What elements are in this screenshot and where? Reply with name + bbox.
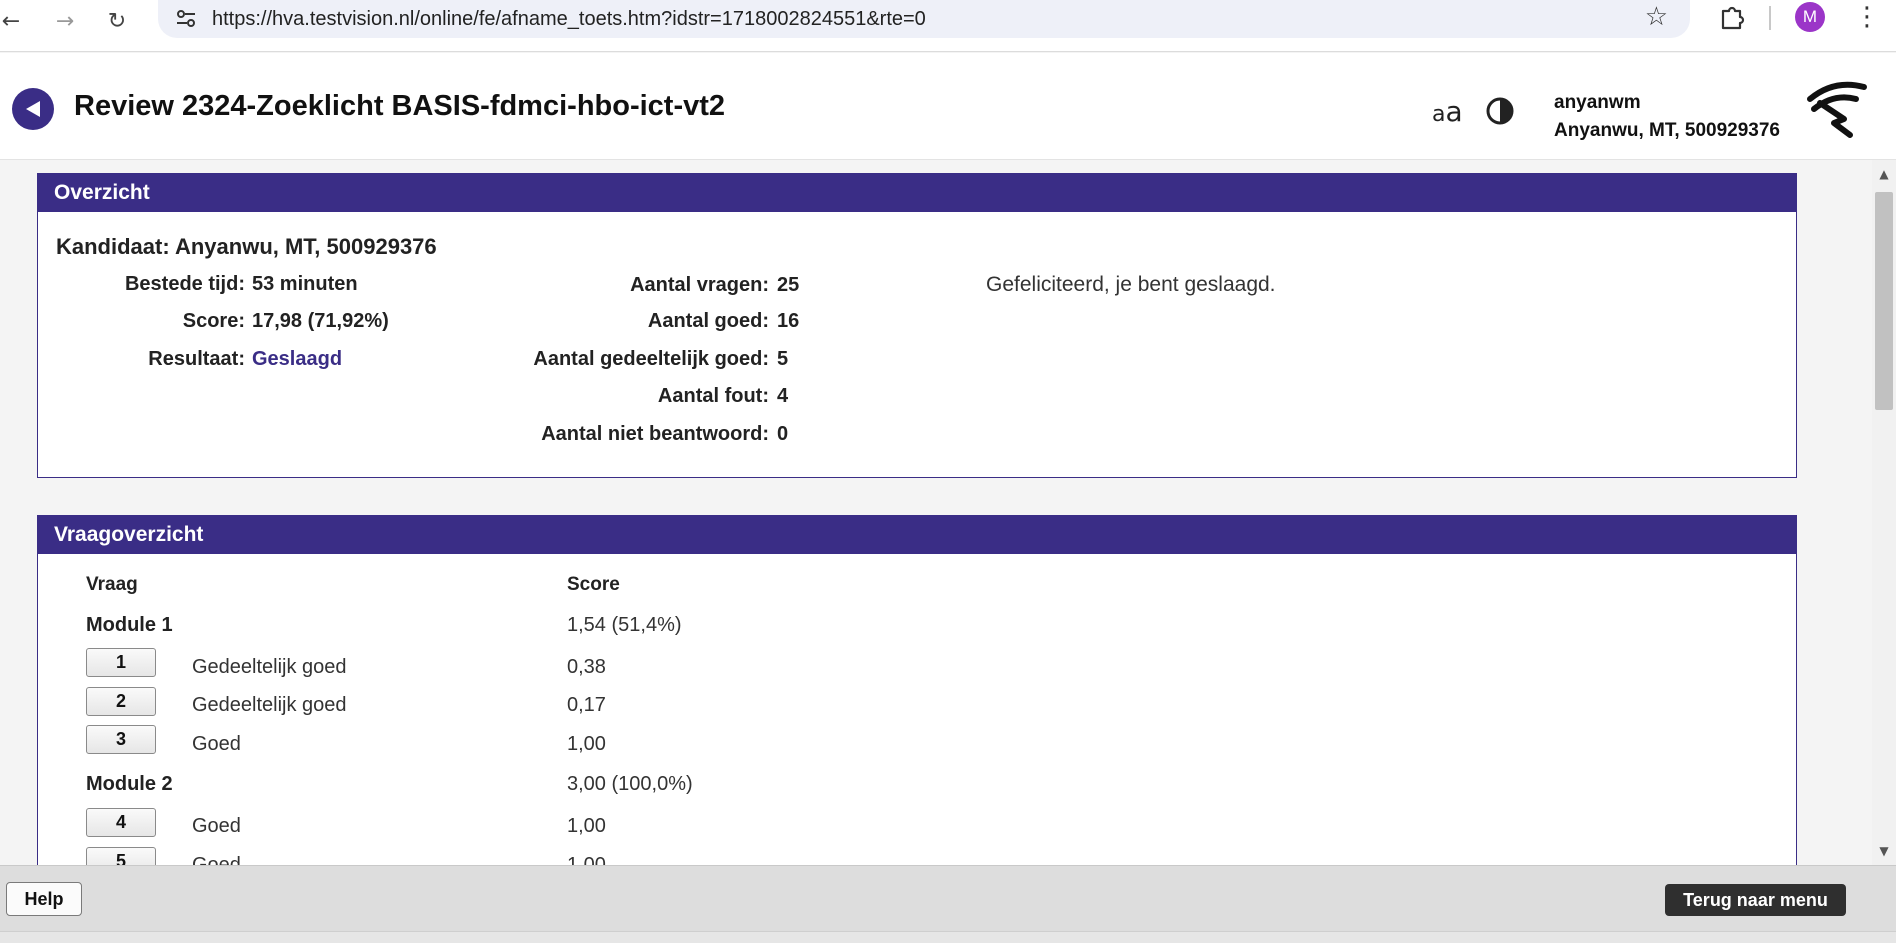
extensions-puzzle-icon[interactable]	[1717, 2, 1747, 32]
time-spent-value: 53 minuten	[252, 273, 358, 295]
question-2-score: 0,17	[567, 694, 606, 716]
question-2-status: Gedeeltelijk goed	[192, 694, 347, 716]
question-5-button[interactable]: 5	[86, 847, 156, 865]
font-size-large-label: a	[1445, 95, 1463, 128]
back-arrow-icon[interactable]: ←	[0, 4, 28, 38]
candidate-name: Kandidaat: Anyanwu, MT, 500929376	[56, 234, 437, 259]
question-3-button[interactable]: 3	[86, 725, 156, 754]
browser-toolbar: ← → ↻ https://hva.testvision.nl/online/f…	[0, 0, 1896, 52]
question-overview-title: Vraagoverzicht	[38, 516, 1796, 554]
wrong-count-value: 4	[777, 385, 789, 407]
contrast-icon[interactable]	[1485, 96, 1515, 126]
question-5-score: 1,00	[567, 854, 606, 865]
score-value: 17,98 (71,92%)	[252, 310, 389, 332]
back-to-menu-button[interactable]: Terug naar menu	[1665, 884, 1846, 916]
question-4-score: 1,00	[567, 815, 606, 837]
scroll-up-arrow-icon[interactable]: ▲	[1872, 164, 1896, 184]
question-3-status: Goed	[192, 733, 241, 755]
overview-panel: Overzicht Kandidaat: Anyanwu, MT, 500929…	[37, 173, 1797, 478]
font-size-small-label: a	[1432, 102, 1446, 127]
font-size-toggle[interactable]: aa	[1432, 95, 1463, 128]
question-column-header: Vraag	[86, 574, 138, 595]
question-4-button[interactable]: 4	[86, 808, 156, 837]
site-settings-icon[interactable]	[172, 4, 200, 32]
address-bar[interactable]: https://hva.testvision.nl/online/fe/afna…	[158, 0, 1690, 38]
module-2-score: 3,00 (100,0%)	[567, 773, 693, 795]
vertical-scrollbar[interactable]: ▲ ▼	[1872, 160, 1896, 865]
result-message: Gefeliciteerd, je bent geslaagd.	[986, 273, 1276, 296]
user-fullname: Anyanwu, MT, 500929376	[1554, 120, 1780, 141]
triangle-left-icon	[26, 101, 40, 117]
browser-menu-icon[interactable]: ⋮	[1854, 2, 1880, 32]
back-button[interactable]	[12, 88, 54, 130]
overview-title: Overzicht	[38, 174, 1796, 212]
module-2-name: Module 2	[86, 773, 173, 795]
user-info: anyanwm Anyanwu, MT, 500929376	[1554, 89, 1780, 145]
question-count-value: 25	[777, 274, 800, 296]
question-5-status: Goed	[192, 854, 241, 865]
question-1-button[interactable]: 1	[86, 648, 156, 677]
window-bottom-edge	[0, 931, 1896, 943]
bookmark-star-icon[interactable]: ☆	[1645, 2, 1668, 32]
correct-count-value: 16	[777, 310, 800, 332]
app-header: Review 2324-Zoeklicht BASIS-fdmci-hbo-ic…	[0, 53, 1896, 160]
help-button[interactable]: Help	[6, 882, 82, 916]
question-overview-panel: Vraagoverzicht Vraag Score Module 1 1,54…	[37, 515, 1797, 865]
username: anyanwm	[1554, 92, 1641, 113]
partial-count-value: 5	[777, 348, 789, 370]
profile-avatar[interactable]: M	[1795, 2, 1825, 32]
question-2-button[interactable]: 2	[86, 687, 156, 716]
module-1-name: Module 1	[86, 614, 173, 636]
main-content: Overzicht Kandidaat: Anyanwu, MT, 500929…	[0, 160, 1872, 865]
url-text[interactable]: https://hva.testvision.nl/online/fe/afna…	[212, 8, 926, 31]
scroll-down-arrow-icon[interactable]: ▼	[1872, 841, 1896, 861]
module-1-score: 1,54 (51,4%)	[567, 614, 682, 636]
score-column-header: Score	[567, 574, 620, 595]
scroll-thumb[interactable]	[1875, 192, 1893, 410]
question-4-status: Goed	[192, 815, 241, 837]
question-1-score: 0,38	[567, 656, 606, 678]
toolbar-divider	[1769, 6, 1771, 30]
question-3-score: 1,00	[567, 733, 606, 755]
forward-arrow-icon[interactable]: →	[48, 4, 82, 38]
question-1-status: Gedeeltelijk goed	[192, 656, 347, 678]
result-link[interactable]: Geslaagd	[252, 348, 342, 371]
testvision-logo	[1807, 81, 1867, 138]
page-title: Review 2324-Zoeklicht BASIS-fdmci-hbo-ic…	[74, 90, 726, 122]
unanswered-count-value: 0	[777, 423, 789, 445]
reload-icon[interactable]: ↻	[100, 4, 134, 38]
footer-bar: Help Terug naar menu	[0, 865, 1896, 931]
